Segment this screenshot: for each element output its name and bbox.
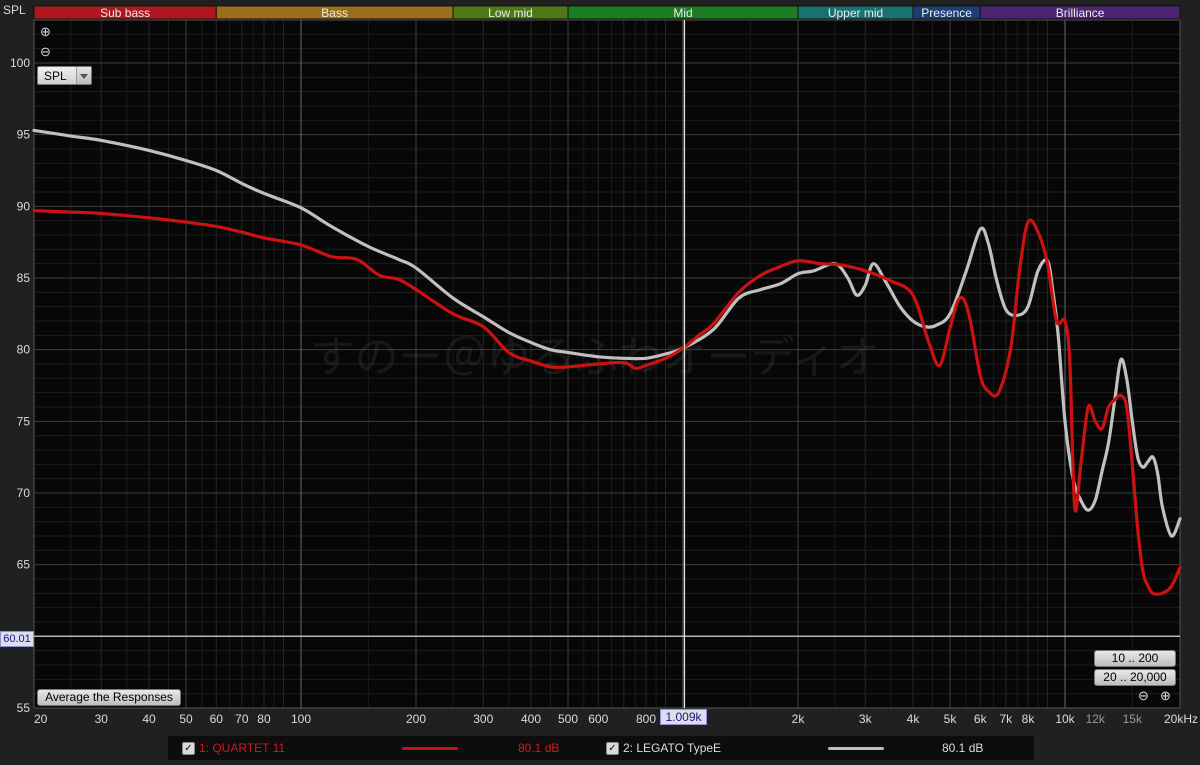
zoom-out-icon[interactable]: ⊖ — [40, 45, 51, 58]
series-1-swatch — [402, 747, 458, 750]
x-tick-label: 200 — [406, 712, 426, 726]
series-1-value: 80.1 dB — [518, 741, 560, 755]
x-tick-label: 800 — [636, 712, 656, 726]
series-2-swatch — [828, 747, 884, 750]
frequency-band-bar: Sub bass Bass Low mid Mid Upper mid Presence B… — [33, 5, 1181, 20]
band-label: Sub bass — [100, 6, 150, 20]
x-tick-label: 600 — [588, 712, 608, 726]
unit-select[interactable]: SPL — [37, 66, 92, 85]
bottom-zoom-out-icon[interactable]: ⊖ — [1138, 688, 1149, 704]
unit-select-value: SPL — [44, 69, 67, 83]
legend-bar: ✓ 1: QUARTET 11 80.1 dB ✓ 2: LEGATO Type… — [168, 736, 1034, 760]
series-1-checkbox[interactable]: ✓ — [182, 742, 195, 755]
series-2-label: 2: LEGATO TypeE — [623, 741, 722, 755]
frequency-response-window: すのー＠ゆるふわオーディオ Sub bass Bass Low mid Mid Uppe… — [0, 0, 1200, 760]
y-tick-label: 100 — [10, 56, 30, 70]
cursor-spl-readout: 60.01 — [0, 631, 34, 647]
x-tick-label: 40 — [142, 712, 156, 726]
band-label: Low mid — [488, 6, 533, 20]
series-2-checkbox[interactable]: ✓ — [606, 742, 619, 755]
x-tick-label: 100 — [291, 712, 311, 726]
y-tick-label: 80 — [17, 343, 31, 357]
band-label: Bass — [321, 6, 348, 20]
y-tick-label: 85 — [17, 271, 31, 285]
frequency-response-chart[interactable]: すのー＠ゆるふわオーディオ Sub bass Bass Low mid Mid Uppe… — [0, 0, 1200, 760]
average-responses-button[interactable]: Average the Responses — [37, 689, 181, 706]
x-tick-label: 7k — [999, 712, 1013, 726]
x-tick-label: 500 — [558, 712, 578, 726]
x-tick-label: 20 — [34, 712, 48, 726]
x-tick-label: 12k — [1086, 712, 1106, 726]
series-2-value: 80.1 dB — [942, 741, 984, 755]
x-tick-label: 6k — [974, 712, 988, 726]
range-10-200-button[interactable]: 10 .. 200 — [1094, 650, 1176, 667]
band-label: Presence — [921, 6, 972, 20]
y-tick-label: 90 — [17, 199, 31, 213]
band-label: Mid — [673, 6, 692, 20]
cursor-frequency-readout: 1.009k — [660, 709, 707, 725]
x-tick-label: 300 — [473, 712, 493, 726]
band-label: Brilliance — [1056, 6, 1105, 20]
x-tick-label: 20kHz — [1164, 712, 1198, 726]
x-tick-label: 400 — [521, 712, 541, 726]
y-tick-label: 95 — [17, 128, 31, 142]
bottom-zoom-in-icon[interactable]: ⊕ — [1160, 688, 1171, 704]
band-label: Upper mid — [828, 6, 883, 20]
x-tick-label: 50 — [179, 712, 193, 726]
x-tick-label: 10k — [1055, 712, 1075, 726]
chevron-down-icon[interactable] — [76, 67, 91, 84]
spl-axis-label: SPL — [3, 3, 26, 17]
series-1-label: 1: QUARTET 11 — [199, 741, 286, 755]
x-tick-label: 3k — [859, 712, 873, 726]
chevron-down-glyph — [80, 74, 88, 79]
x-tick-label: 70 — [235, 712, 249, 726]
x-tick-label: 8k — [1022, 712, 1036, 726]
x-tick-label: 4k — [907, 712, 921, 726]
y-tick-label: 75 — [17, 414, 31, 428]
y-tick-label: 65 — [17, 558, 31, 572]
y-tick-label: 70 — [17, 486, 31, 500]
x-tick-label: 5k — [944, 712, 958, 726]
x-tick-label: 80 — [257, 712, 271, 726]
x-tick-label: 2k — [792, 712, 806, 726]
zoom-in-icon[interactable]: ⊕ — [40, 25, 51, 38]
x-tick-label: 15k — [1123, 712, 1143, 726]
x-tick-label: 30 — [95, 712, 109, 726]
range-20-20000-button[interactable]: 20 .. 20,000 — [1094, 669, 1176, 686]
x-tick-label: 60 — [210, 712, 224, 726]
y-tick-label: 55 — [17, 701, 31, 715]
